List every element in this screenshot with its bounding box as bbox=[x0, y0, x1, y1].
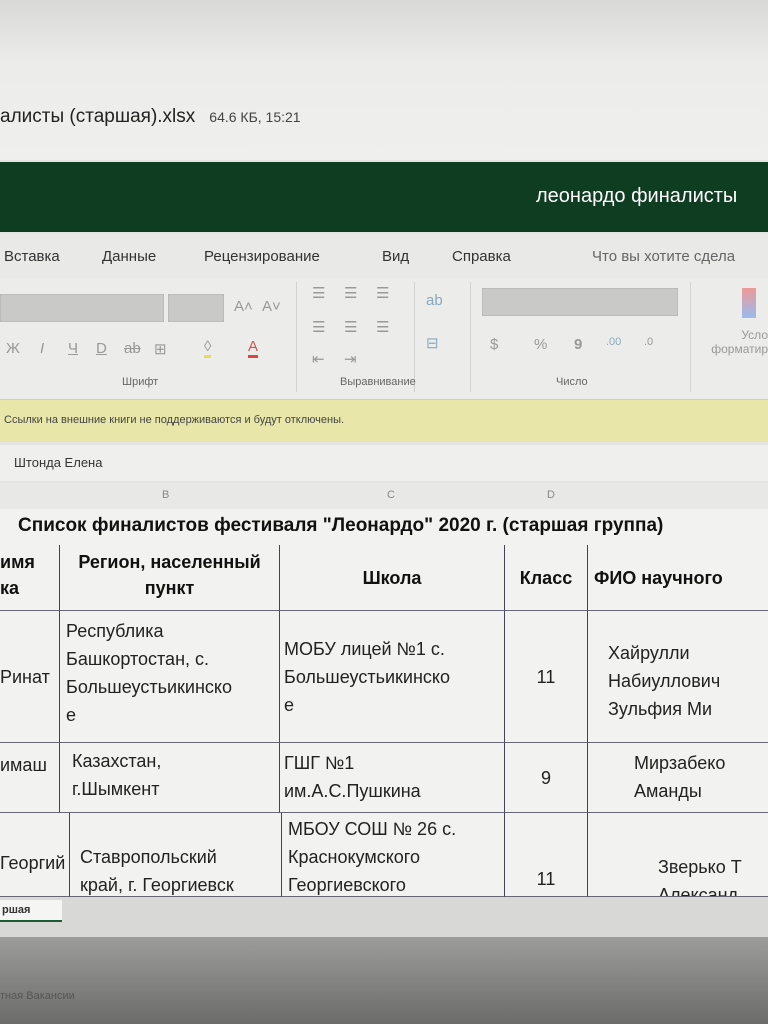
tab-help[interactable]: Справка bbox=[452, 248, 511, 265]
underline-button[interactable]: Ч bbox=[68, 340, 78, 357]
header-region[interactable]: Регион, населенный пункт bbox=[60, 545, 280, 611]
title-bar: леонардо финалисты bbox=[0, 162, 768, 232]
column-headers: B C D bbox=[0, 483, 768, 509]
strikethrough-button[interactable]: ab bbox=[124, 340, 141, 357]
header-name[interactable]: имя ка bbox=[0, 545, 60, 611]
name-box[interactable]: Штонда Елена bbox=[0, 445, 768, 481]
workbook-title: леонардо финалисты bbox=[536, 185, 737, 208]
column-header-c[interactable]: C bbox=[387, 489, 395, 501]
sheet-tab-bar bbox=[0, 897, 768, 937]
warning-bar: Ссылки на внешние книги не поддерживаютс… bbox=[0, 400, 768, 442]
file-title: алисты (старшая).xlsx 64.6 КБ, 15:21 bbox=[0, 106, 301, 128]
divider bbox=[470, 282, 471, 392]
increase-indent-icon[interactable]: ⇥ bbox=[344, 350, 357, 368]
merge-cells-icon[interactable]: ⊟ bbox=[426, 334, 439, 352]
decrease-indent-icon[interactable]: ⇤ bbox=[312, 350, 325, 368]
wrap-text-icon[interactable]: ab bbox=[426, 292, 443, 309]
cell-supervisor[interactable]: Зверько Т Александ bbox=[588, 813, 768, 897]
align-bottom-icon[interactable]: ☰ bbox=[376, 284, 389, 302]
number-format-dropdown[interactable] bbox=[482, 288, 678, 316]
header-school[interactable]: Школа bbox=[280, 545, 505, 611]
group-alignment-label: Выравнивание bbox=[340, 376, 416, 388]
align-center-icon[interactable]: ☰ bbox=[344, 318, 357, 336]
cell-grade[interactable]: 11 bbox=[505, 813, 588, 897]
divider bbox=[690, 282, 691, 392]
italic-button[interactable]: I bbox=[40, 340, 44, 357]
tab-data[interactable]: Данные bbox=[102, 248, 156, 265]
currency-button[interactable]: $ bbox=[490, 336, 498, 353]
align-middle-icon[interactable]: ☰ bbox=[344, 284, 357, 302]
conditional-format-icon[interactable] bbox=[742, 288, 756, 318]
cell-school[interactable]: МБОУ СОШ № 26 с. Краснокумского Георгиев… bbox=[282, 813, 505, 897]
column-header-d[interactable]: D bbox=[547, 489, 555, 501]
worksheet: Список финалистов фестиваля "Леонардо" 2… bbox=[0, 509, 768, 897]
cell-region[interactable]: Казахстан, г.Шымкент bbox=[60, 743, 280, 813]
percent-button[interactable]: % bbox=[534, 336, 547, 353]
font-name-dropdown[interactable] bbox=[0, 294, 164, 322]
header-supervisor[interactable]: ФИО научного bbox=[588, 545, 768, 611]
cell-grade[interactable]: 11 bbox=[505, 611, 588, 743]
conditional-format-button[interactable]: Усло форматир bbox=[698, 328, 768, 356]
bold-button[interactable]: Ж bbox=[6, 340, 20, 357]
increase-font-icon[interactable]: A˄ bbox=[234, 298, 253, 315]
cell-name[interactable]: Георгий bbox=[0, 813, 70, 897]
ribbon: A˄ A˅ Ж I Ч D ab ⊞ ◊ A ☰ ☰ ☰ ☰ ☰ ☰ ⇤ ⇥ a… bbox=[0, 278, 768, 400]
cell-supervisor[interactable]: Мирзабеко Аманды bbox=[588, 743, 768, 813]
tab-insert[interactable]: Вставка bbox=[4, 248, 60, 265]
tab-view[interactable]: Вид bbox=[382, 248, 409, 265]
align-top-icon[interactable]: ☰ bbox=[312, 284, 325, 302]
divider bbox=[296, 282, 297, 392]
cell-name[interactable]: имаш bbox=[0, 743, 60, 813]
file-name: алисты (старшая).xlsx bbox=[0, 106, 195, 127]
font-size-dropdown[interactable] bbox=[168, 294, 224, 322]
cell-region[interactable]: Республика Башкортостан, с. Большеустьик… bbox=[60, 611, 280, 743]
taskbar-area bbox=[0, 937, 768, 1024]
group-number-label: Число bbox=[556, 376, 588, 388]
cell-school[interactable]: МОБУ лицей №1 с. Большеустьикинско е bbox=[280, 611, 505, 743]
cell-supervisor[interactable]: Хайрулли Набиуллович Зульфия Ми bbox=[588, 611, 768, 743]
double-underline-button[interactable]: D bbox=[96, 340, 107, 357]
increase-decimal-icon[interactable]: .00 bbox=[606, 336, 621, 348]
borders-icon[interactable]: ⊞ bbox=[154, 340, 167, 358]
header-grade[interactable]: Класс bbox=[505, 545, 588, 611]
cell-name[interactable]: Ринат bbox=[0, 611, 60, 743]
menu-bar: Вставка Данные Рецензирование Вид Справк… bbox=[0, 234, 768, 278]
decrease-font-icon[interactable]: A˅ bbox=[262, 298, 281, 315]
align-left-icon[interactable]: ☰ bbox=[312, 318, 325, 336]
fill-color-icon[interactable]: ◊ bbox=[204, 338, 211, 358]
cell-grade[interactable]: 9 bbox=[505, 743, 588, 813]
tab-review[interactable]: Рецензирование bbox=[204, 248, 320, 265]
top-bar bbox=[0, 0, 768, 160]
status-text: тная Вакансии bbox=[0, 990, 75, 1002]
tell-me-search[interactable]: Что вы хотите сдела bbox=[592, 248, 735, 265]
sheet-title[interactable]: Список финалистов фестиваля "Леонардо" 2… bbox=[18, 515, 663, 537]
cell-school[interactable]: ГШГ №1 им.А.С.Пушкина bbox=[280, 743, 505, 813]
align-right-icon[interactable]: ☰ bbox=[376, 318, 389, 336]
group-font-label: Шрифт bbox=[122, 376, 158, 388]
font-color-icon[interactable]: A bbox=[248, 338, 258, 358]
file-meta: 64.6 КБ, 15:21 bbox=[209, 109, 300, 125]
column-header-b[interactable]: B bbox=[162, 489, 169, 501]
sheet-tab[interactable]: ршая bbox=[0, 900, 62, 922]
decrease-decimal-icon[interactable]: .0 bbox=[644, 336, 653, 348]
cell-region[interactable]: Ставропольский край, г. Георгиевск bbox=[70, 813, 282, 897]
comma-button[interactable]: 9 bbox=[574, 336, 582, 353]
